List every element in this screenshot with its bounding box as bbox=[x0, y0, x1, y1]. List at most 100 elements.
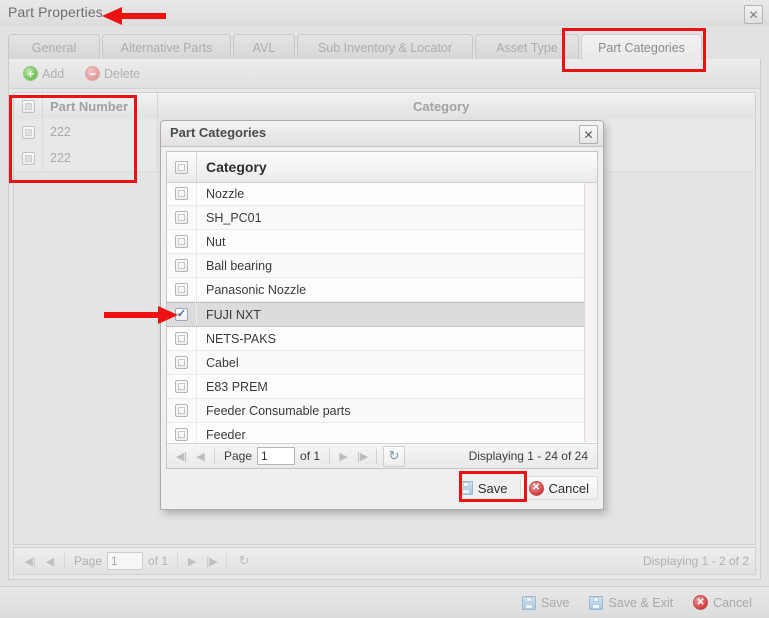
list-item[interactable]: Cabel bbox=[167, 351, 585, 375]
modal-pager: ◀| ◀ Page of 1 ▶ |▶ ↻ Displaying 1 - 24 … bbox=[167, 443, 597, 468]
modal-body: Category Nozzle SH_PC01 Nut Ball bearing… bbox=[166, 151, 598, 469]
divider bbox=[177, 553, 179, 569]
modal-titlebar: Part Categories ✕ bbox=[161, 121, 603, 147]
category-label: Ball bearing bbox=[206, 258, 273, 273]
column-header-label: Category bbox=[413, 98, 470, 114]
row-checkbox[interactable] bbox=[14, 119, 43, 145]
grid-toolbar: + Add − Delete bbox=[9, 59, 760, 89]
prev-page-icon[interactable]: ◀ bbox=[191, 447, 210, 466]
app-root: Part Properties ✕ General Alternative Pa… bbox=[0, 0, 769, 618]
tab-part-categories[interactable]: Part Categories bbox=[581, 34, 702, 60]
delete-button[interactable]: − Delete bbox=[77, 62, 148, 85]
tab-alternative-parts[interactable]: Alternative Parts bbox=[102, 34, 231, 60]
first-page-icon[interactable]: ◀| bbox=[20, 551, 40, 571]
category-label: Panasonic Nozzle bbox=[206, 282, 307, 297]
column-header-label: Part Number bbox=[50, 98, 129, 114]
row-checkbox[interactable] bbox=[167, 327, 197, 350]
category-label: FUJI NXT bbox=[206, 307, 261, 322]
arrow-pointing-to-part-properties-title bbox=[102, 7, 166, 25]
category-label: SH_PC01 bbox=[206, 210, 262, 225]
row-checkbox[interactable] bbox=[167, 351, 197, 374]
list-item[interactable]: Feeder bbox=[167, 423, 585, 442]
row-checkbox[interactable] bbox=[167, 230, 197, 253]
checkbox-icon bbox=[21, 125, 35, 139]
vertical-scrollbar[interactable] bbox=[584, 182, 597, 442]
cell-part-number: 222 bbox=[42, 119, 158, 145]
tab-avl[interactable]: AVL bbox=[233, 34, 295, 60]
modal-save-button[interactable]: Save bbox=[450, 476, 517, 500]
divider bbox=[376, 448, 378, 464]
row-checkbox[interactable] bbox=[167, 278, 197, 301]
divider bbox=[226, 553, 228, 569]
minus-circle-icon: − bbox=[85, 66, 100, 81]
tab-strip: General Alternative Parts AVL Sub Invent… bbox=[8, 32, 761, 61]
next-page-icon[interactable]: ▶ bbox=[334, 447, 353, 466]
list-item-selected[interactable]: ✓ FUJI NXT bbox=[167, 302, 585, 327]
add-button[interactable]: + Add bbox=[15, 62, 72, 85]
cancel-button-label: Cancel bbox=[713, 595, 752, 610]
next-page-icon[interactable]: ▶ bbox=[182, 551, 202, 571]
checkbox-icon bbox=[175, 404, 188, 417]
modal-column-header-category: Category bbox=[206, 159, 267, 175]
tab-asset-type[interactable]: Asset Type bbox=[475, 34, 579, 60]
prev-page-icon[interactable]: ◀ bbox=[40, 551, 60, 571]
list-item[interactable]: E83 PREM bbox=[167, 375, 585, 399]
list-item[interactable]: NETS-PAKS bbox=[167, 327, 585, 351]
list-item[interactable]: Ball bearing bbox=[167, 254, 585, 278]
tab-label: General bbox=[31, 40, 77, 55]
row-checkbox[interactable] bbox=[167, 206, 197, 229]
pager-status: Displaying 1 - 2 of 2 bbox=[642, 554, 749, 568]
close-icon[interactable]: ✕ bbox=[579, 125, 598, 144]
page-number-input[interactable] bbox=[257, 447, 296, 465]
modal-category-list[interactable]: Nozzle SH_PC01 Nut Ball bearing Panasoni… bbox=[167, 182, 585, 442]
row-checkbox[interactable] bbox=[167, 182, 197, 205]
row-checkbox[interactable] bbox=[167, 254, 197, 277]
first-page-icon[interactable]: ◀| bbox=[172, 447, 191, 466]
part-categories-modal: Part Categories ✕ Category Nozzle SH_PC0… bbox=[160, 120, 604, 510]
modal-select-all-checkbox[interactable] bbox=[167, 152, 197, 182]
row-checkbox[interactable] bbox=[167, 399, 197, 422]
category-label: E83 PREM bbox=[206, 379, 268, 394]
checkbox-icon bbox=[21, 99, 35, 113]
close-icon[interactable]: ✕ bbox=[744, 5, 763, 24]
row-checkbox[interactable] bbox=[167, 375, 197, 398]
cancel-button[interactable]: ✕ Cancel bbox=[684, 591, 761, 614]
refresh-icon[interactable]: ↻ bbox=[234, 551, 254, 571]
tab-label: Sub Inventory & Locator bbox=[317, 40, 453, 55]
page-title: Part Properties bbox=[8, 4, 103, 20]
checkbox-icon bbox=[175, 211, 188, 224]
save-button[interactable]: Save bbox=[513, 591, 579, 614]
floppy-disk-icon bbox=[521, 595, 536, 610]
row-checkbox[interactable] bbox=[167, 423, 197, 442]
category-label: Feeder bbox=[206, 427, 246, 442]
tab-sub-inventory-locator[interactable]: Sub Inventory & Locator bbox=[297, 34, 473, 60]
select-all-checkbox[interactable] bbox=[14, 93, 43, 119]
cancel-circle-icon: ✕ bbox=[528, 480, 544, 496]
last-page-icon[interactable]: |▶ bbox=[353, 447, 372, 466]
page-total-label: of 1 bbox=[148, 554, 169, 568]
row-checkbox[interactable] bbox=[14, 145, 43, 171]
last-page-icon[interactable]: |▶ bbox=[202, 551, 222, 571]
checkbox-icon bbox=[175, 160, 188, 174]
list-item[interactable]: Nut bbox=[167, 230, 585, 254]
modal-pager-status: Displaying 1 - 24 of 24 bbox=[468, 449, 588, 463]
save-button-label: Save bbox=[540, 595, 570, 610]
tab-label: Alternative Parts bbox=[120, 40, 213, 55]
checkbox-icon bbox=[175, 356, 188, 369]
page-total-label: of 1 bbox=[300, 449, 321, 463]
page-number-input[interactable] bbox=[107, 552, 144, 570]
window-footer: Save Save & Exit ✕ Cancel bbox=[0, 586, 769, 618]
modal-cancel-button[interactable]: ✕ Cancel bbox=[519, 476, 598, 500]
list-item[interactable]: Nozzle bbox=[167, 182, 585, 206]
checkbox-icon bbox=[175, 259, 188, 272]
page-label: Page bbox=[224, 449, 253, 463]
list-item[interactable]: Feeder Consumable parts bbox=[167, 399, 585, 423]
checkbox-icon bbox=[175, 187, 188, 200]
arrow-pointing-to-fuji-nxt-checkbox bbox=[104, 306, 178, 324]
save-and-exit-button[interactable]: Save & Exit bbox=[580, 591, 682, 614]
tab-general[interactable]: General bbox=[8, 34, 100, 60]
list-item[interactable]: Panasonic Nozzle bbox=[167, 278, 585, 302]
list-item[interactable]: SH_PC01 bbox=[167, 206, 585, 230]
refresh-icon[interactable]: ↻ bbox=[383, 445, 406, 467]
modal-footer: Save ✕ Cancel bbox=[166, 473, 598, 503]
